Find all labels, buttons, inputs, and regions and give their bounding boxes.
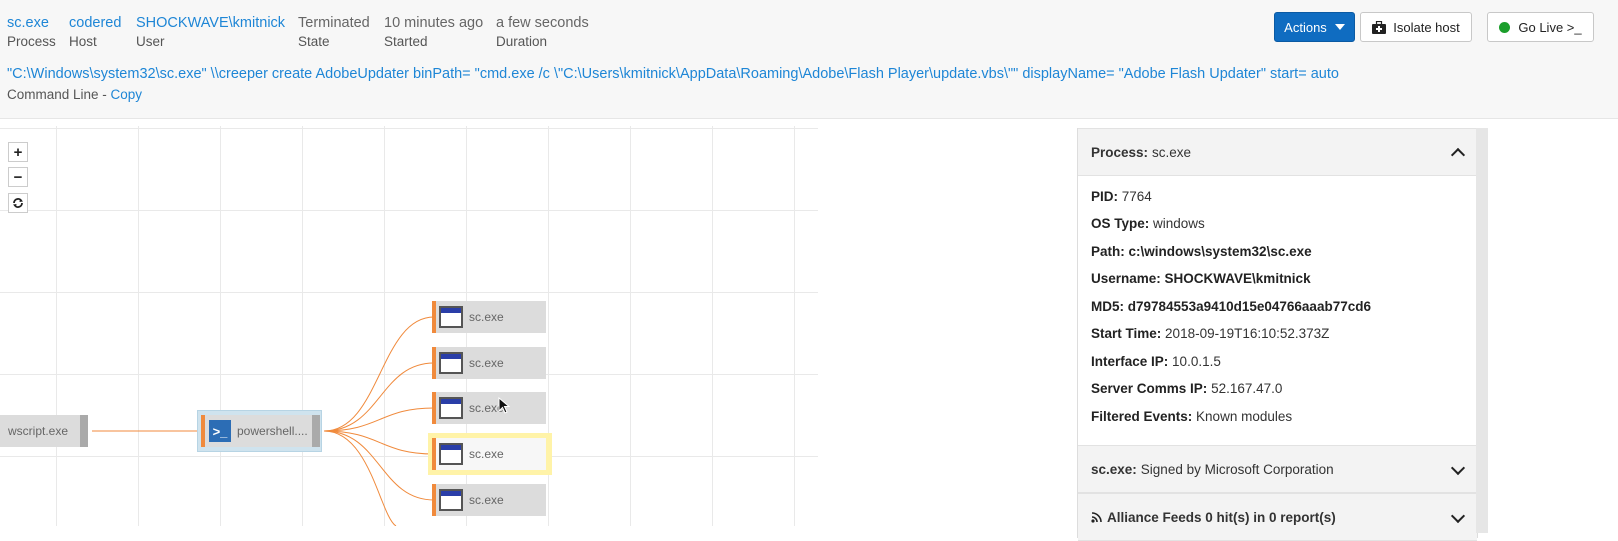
summary-label: Host — [69, 34, 97, 49]
field-value: 52.167.47.0 — [1211, 381, 1283, 396]
field-key: Interface IP: — [1091, 354, 1169, 369]
field-server-comms-ip: Server Comms IP: 52.167.47.0 — [1091, 381, 1282, 396]
summary-state: Terminated State — [298, 14, 370, 51]
window-app-icon — [439, 352, 463, 374]
summary-value[interactable]: sc.exe — [7, 14, 56, 32]
panel-scrollbar[interactable] — [1476, 128, 1488, 533]
window-app-icon — [439, 306, 463, 328]
node-sc-exe[interactable]: sc.exe — [432, 301, 546, 333]
field-key: Server Comms IP: — [1091, 381, 1208, 396]
field-value: SHOCKWAVE\kmitnick — [1164, 271, 1311, 286]
node-label: sc.exe — [469, 447, 504, 461]
summary-value[interactable]: SHOCKWAVE\kmitnick — [136, 14, 285, 32]
chevron-down-icon[interactable] — [1450, 508, 1466, 524]
signature-header-key: sc.exe: — [1091, 461, 1137, 477]
field-username: Username: SHOCKWAVE\kmitnick — [1091, 271, 1311, 286]
window-app-icon — [439, 397, 463, 419]
command-line-caption: Command Line - Copy — [7, 87, 142, 102]
isolate-host-button[interactable]: Isolate host — [1360, 12, 1472, 42]
node-label: powershell.... — [237, 424, 308, 438]
field-path: Path: c:\windows\system32\sc.exe — [1091, 244, 1312, 259]
rss-feed-icon — [1091, 511, 1102, 523]
process-section-header[interactable]: Process: sc.exe — [1078, 128, 1477, 176]
copy-link[interactable]: Copy — [111, 87, 143, 102]
process-header-value: sc.exe — [1152, 144, 1192, 160]
command-line-text: "C:\Windows\system32\sc.exe" \\creeper c… — [7, 66, 1339, 82]
process-header-key: Process: — [1091, 144, 1149, 160]
chevron-down-icon[interactable] — [1450, 460, 1466, 476]
go-live-button[interactable]: Go Live >_ — [1487, 12, 1594, 42]
summary-value: 10 minutes ago — [384, 15, 484, 31]
summary-label: Process — [7, 34, 56, 49]
actions-button[interactable]: Actions — [1274, 12, 1355, 42]
summary-value: Terminated — [298, 15, 370, 31]
node-sc-exe[interactable]: sc.exe — [432, 484, 546, 516]
field-filtered-events: Filtered Events: Known modules — [1091, 409, 1292, 424]
field-key: Path: — [1091, 244, 1125, 259]
field-md5: MD5: d79784553a9410d15e04766aaab77cd6 — [1091, 299, 1371, 314]
node-label: sc.exe — [469, 310, 504, 324]
summary-label: State — [298, 34, 330, 49]
powershell-icon: >_ — [209, 420, 231, 442]
node-sc-exe[interactable]: sc.exe — [432, 347, 546, 379]
live-status-dot-icon — [1499, 21, 1511, 33]
signature-header-value: Signed by Microsoft Corporation — [1140, 461, 1334, 477]
field-value: c:\windows\system32\sc.exe — [1128, 244, 1312, 259]
field-key: MD5: — [1091, 299, 1124, 314]
go-live-label: Go Live >_ — [1518, 19, 1582, 35]
node-label: sc.exe — [469, 356, 504, 370]
mouse-cursor-icon — [498, 397, 510, 414]
process-details-panel: Process: sc.exe PID: 7764 OS Type: windo… — [1077, 128, 1478, 541]
actions-label: Actions — [1284, 19, 1327, 35]
node-wscript[interactable]: wscript.exe — [0, 415, 88, 447]
summary-started: 10 minutes ago Started — [384, 14, 483, 51]
field-key: Start Time: — [1091, 326, 1162, 341]
first-aid-kit-icon — [1372, 20, 1387, 34]
process-summary-header: sc.exe Process codered Host SHOCKWAVE\km… — [0, 0, 1618, 119]
window-app-icon — [439, 443, 463, 465]
summary-value: a few seconds — [496, 15, 589, 31]
node-label: wscript.exe — [8, 424, 69, 438]
summary-label: Started — [384, 34, 428, 49]
field-value: Known modules — [1196, 409, 1293, 424]
command-line-label: Command Line - — [7, 87, 111, 102]
summary-user[interactable]: SHOCKWAVE\kmitnick User — [136, 14, 285, 51]
field-value: 7764 — [1121, 189, 1152, 204]
field-value: d79784553a9410d15e04766aaab77cd6 — [1127, 299, 1371, 314]
window-app-icon — [439, 489, 463, 511]
summary-value[interactable]: codered — [69, 14, 121, 32]
field-value: 10.0.1.5 — [1172, 354, 1221, 369]
node-label: sc.exe — [469, 493, 504, 507]
process-tree-graph[interactable]: + − wscript.exe >_ powershell.... sc.exe… — [0, 126, 818, 526]
process-edges — [92, 316, 435, 526]
node-sc-exe[interactable]: sc.exe — [432, 392, 546, 424]
field-key: Username: — [1091, 271, 1161, 286]
alliance-feeds-section-header[interactable]: Alliance Feeds 0 hit(s) in 0 report(s) — [1078, 493, 1477, 541]
field-value: 2018-09-19T16:10:52.373Z — [1165, 326, 1330, 341]
field-value: windows — [1153, 216, 1205, 231]
caret-down-icon — [1334, 24, 1345, 30]
summary-label: User — [136, 34, 165, 49]
node-handle[interactable] — [80, 415, 88, 447]
summary-process[interactable]: sc.exe Process — [7, 14, 56, 51]
summary-duration: a few seconds Duration — [496, 14, 589, 51]
node-sc-exe-selected[interactable]: sc.exe — [432, 438, 546, 470]
field-os-type: OS Type: windows — [1091, 216, 1205, 231]
field-start-time: Start Time: 2018-09-19T16:10:52.373Z — [1091, 326, 1329, 341]
field-interface-ip: Interface IP: 10.0.1.5 — [1091, 354, 1221, 369]
node-powershell[interactable]: >_ powershell.... — [201, 415, 320, 447]
field-key: Filtered Events: — [1091, 409, 1193, 424]
summary-label: Duration — [496, 34, 548, 49]
isolate-host-label: Isolate host — [1393, 19, 1460, 35]
chevron-up-icon[interactable] — [1450, 147, 1466, 163]
field-pid: PID: 7764 — [1091, 189, 1152, 204]
alliance-feeds-label: Alliance Feeds 0 hit(s) in 0 report(s) — [1107, 509, 1336, 525]
field-key: PID: — [1091, 189, 1118, 204]
node-handle[interactable] — [312, 415, 320, 447]
summary-host[interactable]: codered Host — [69, 14, 121, 51]
signature-section-header[interactable]: sc.exe: Signed by Microsoft Corporation — [1078, 445, 1477, 493]
field-key: OS Type: — [1091, 216, 1150, 231]
